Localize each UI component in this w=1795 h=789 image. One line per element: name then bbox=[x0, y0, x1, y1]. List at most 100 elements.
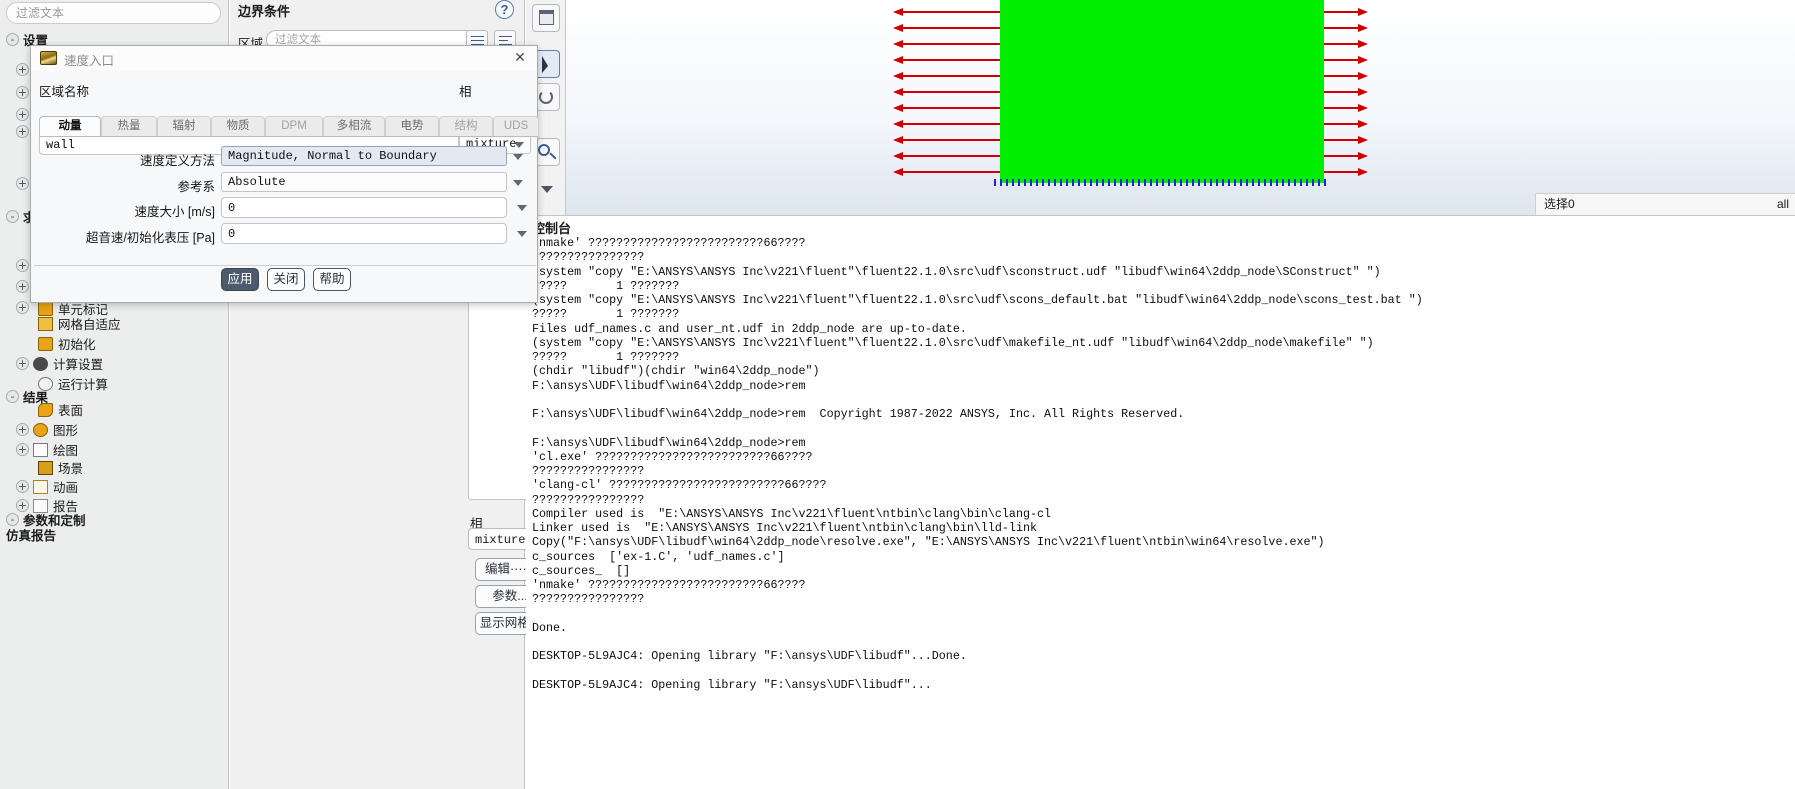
field-label-2: 速度大小 [m/s] bbox=[134, 205, 215, 219]
dialog-tab-1[interactable]: 热量 bbox=[101, 116, 157, 137]
expand-icon[interactable]: + bbox=[16, 301, 29, 315]
tree-item-label: 运行计算 bbox=[58, 378, 109, 392]
dialog-tab-3[interactable]: 物质 bbox=[211, 116, 265, 137]
dialog-titlebar[interactable]: 速度入口 ✕ bbox=[31, 46, 537, 71]
expand-icon[interactable]: + bbox=[16, 443, 29, 456]
graphics-view[interactable]: 选择0 all bbox=[566, 0, 1795, 215]
arrow-shaft bbox=[1324, 123, 1360, 125]
dialog-tab-8[interactable]: UDS bbox=[493, 116, 539, 137]
expand-icon[interactable]: + bbox=[16, 357, 29, 370]
boundary-tick bbox=[1018, 179, 1020, 186]
tree-item-18[interactable]: + 绘图 bbox=[16, 440, 78, 460]
close-icon[interactable]: ✕ bbox=[511, 49, 529, 67]
arrow-head bbox=[1358, 40, 1368, 48]
dialog-tab-2[interactable]: 辐射 bbox=[157, 116, 211, 137]
boundary-tick bbox=[1036, 179, 1038, 186]
expand-icon[interactable]: + bbox=[16, 63, 29, 77]
arrow-head bbox=[1358, 120, 1368, 128]
tree-item-20[interactable]: + 动画 bbox=[16, 477, 78, 497]
chevron-down-icon[interactable] bbox=[517, 205, 527, 211]
tree-item-16[interactable]: 表面 bbox=[38, 400, 83, 420]
chevron-down-icon[interactable] bbox=[513, 180, 523, 186]
panel-title: 边界条件 bbox=[238, 4, 291, 19]
boundary-tick bbox=[1258, 179, 1260, 186]
cube-icon bbox=[38, 336, 53, 351]
boundary-tick bbox=[1162, 179, 1164, 186]
tree-item-label: 仿真报告 bbox=[6, 529, 57, 543]
arrow-shaft bbox=[902, 75, 1000, 77]
scene-icon bbox=[38, 460, 53, 475]
field-value-0[interactable]: Magnitude, Normal to Boundary bbox=[221, 146, 507, 166]
help-button[interactable]: 帮助 bbox=[313, 268, 351, 291]
tree-item-label: 绘图 bbox=[53, 444, 79, 458]
dialog-tab-5[interactable]: 多相流 bbox=[323, 116, 385, 137]
collapse-icon[interactable]: - bbox=[6, 210, 19, 223]
boundary-tick bbox=[1012, 179, 1014, 186]
dialog-tab-4[interactable]: DPM bbox=[265, 116, 323, 137]
boundary-tick bbox=[1078, 179, 1080, 186]
apply-button[interactable]: 应用 bbox=[221, 268, 259, 291]
arrow-head bbox=[1358, 104, 1368, 112]
boundary-tick bbox=[1318, 179, 1320, 186]
expand-icon[interactable]: + bbox=[16, 280, 29, 294]
tree-item-19[interactable]: 场景 bbox=[38, 458, 83, 478]
close-button[interactable]: 关闭 bbox=[267, 268, 305, 291]
chevron-down-icon bbox=[514, 142, 524, 148]
boundary-tick bbox=[1084, 179, 1086, 186]
dialog-tab-6[interactable]: 电势 bbox=[385, 116, 439, 137]
expand-icon[interactable]: + bbox=[16, 86, 29, 100]
console-output[interactable]: 'nmake' ?????????????????????????66???? … bbox=[532, 236, 1795, 789]
arrow-shaft bbox=[902, 107, 1000, 109]
boundary-tick bbox=[1306, 179, 1308, 186]
chevron-down-icon[interactable] bbox=[517, 231, 527, 237]
boundary-tick bbox=[1174, 179, 1176, 186]
boundary-tick bbox=[1150, 179, 1152, 186]
boundary-tick bbox=[1006, 179, 1008, 186]
dialog-tab-divider bbox=[39, 136, 531, 137]
collapse-icon[interactable]: - bbox=[6, 390, 19, 403]
boundary-tick bbox=[1270, 179, 1272, 186]
expand-icon[interactable]: + bbox=[16, 108, 29, 122]
arrow-shaft bbox=[902, 91, 1000, 93]
dialog-tab-7[interactable]: 结构 bbox=[439, 116, 493, 137]
field-label-0: 速度定义方法 bbox=[139, 154, 215, 168]
boundary-tick bbox=[1000, 179, 1002, 186]
dialog-tabs: 动量 热量 辐射 物质 DPM 多相流 电势 结构 UDS bbox=[39, 116, 539, 137]
expand-icon[interactable]: + bbox=[16, 480, 29, 493]
chevron-down-icon[interactable] bbox=[513, 154, 523, 160]
tree-item-collapsed-9[interactable]: + bbox=[16, 300, 33, 320]
boundary-tick bbox=[1024, 179, 1026, 186]
dialog-tab-0[interactable]: 动量 bbox=[39, 116, 101, 137]
expand-icon[interactable]: + bbox=[16, 125, 29, 139]
help-icon[interactable]: ? bbox=[495, 0, 514, 19]
anim-icon bbox=[33, 479, 48, 494]
field-value-3[interactable]: 0 bbox=[221, 223, 507, 244]
tree-item-11[interactable]: 网格自适应 bbox=[38, 314, 121, 334]
boundary-tick bbox=[1132, 179, 1134, 186]
boundary-tick bbox=[1138, 179, 1140, 186]
console-panel: 控制台 'nmake' ?????????????????????????66?… bbox=[526, 215, 1795, 789]
tree-item-12[interactable]: 初始化 bbox=[38, 334, 96, 354]
collapse-icon[interactable]: - bbox=[6, 33, 19, 46]
tree-filter-input[interactable]: 过滤文本 bbox=[6, 2, 221, 24]
field-label-1: 参考系 bbox=[177, 180, 215, 194]
tree-item-17[interactable]: + 图形 bbox=[16, 420, 78, 440]
arrow-head bbox=[1358, 8, 1368, 16]
field-value-1[interactable]: Absolute bbox=[221, 172, 507, 192]
field-value-2[interactable]: 0 bbox=[221, 197, 507, 218]
arrow-shaft bbox=[1324, 75, 1360, 77]
tree-item-23[interactable]: 仿真报告 bbox=[6, 525, 56, 545]
boundary-tick bbox=[1048, 179, 1050, 186]
expand-icon[interactable]: + bbox=[16, 259, 29, 273]
dialog-phase-label: 相 bbox=[459, 85, 472, 99]
boundary-tick bbox=[1144, 179, 1146, 186]
arrow-shaft bbox=[902, 155, 1000, 157]
window-layout-icon[interactable] bbox=[532, 4, 560, 32]
tree-item-14[interactable]: 运行计算 bbox=[38, 374, 108, 394]
boundary-tick bbox=[1120, 179, 1122, 186]
tree-item-13[interactable]: + 计算设置 bbox=[16, 354, 103, 374]
expand-icon[interactable]: + bbox=[16, 177, 29, 191]
arrow-head bbox=[1358, 56, 1368, 64]
expand-icon[interactable]: + bbox=[16, 423, 29, 436]
boundary-tick bbox=[1210, 179, 1212, 186]
